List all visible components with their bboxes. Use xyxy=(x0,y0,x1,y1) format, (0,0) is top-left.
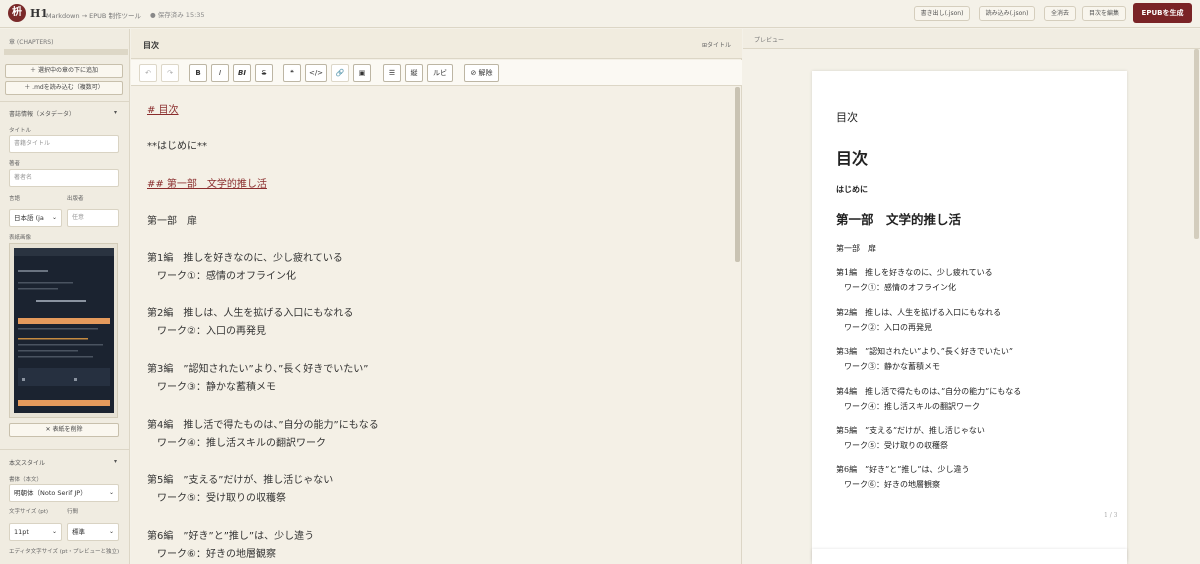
font-label: 書体（本文） xyxy=(9,477,43,483)
cover-label: 表紙画像 xyxy=(9,235,32,241)
edit-toc-button[interactable]: 目次を編集 xyxy=(1082,6,1126,21)
metadata-collapse-icon[interactable]: ▾ xyxy=(114,109,117,116)
preview-line: 第一部 扉 xyxy=(836,244,876,253)
editor-line: ワーク③：静かな蓄積メモ xyxy=(147,382,276,393)
editor-line: ワーク①：感情のオフライン化 xyxy=(147,271,296,282)
editor-line: 第5編 ”支える”だけが、推し活じゃない xyxy=(147,475,334,486)
font-size-select[interactable]: 11pt ⌄ xyxy=(9,523,62,541)
style-section-title[interactable]: 本文スタイル xyxy=(9,458,45,467)
title-label: タイトル xyxy=(9,128,32,134)
editor-line: 第6編 ”好き”と”推し”は、少し違う xyxy=(147,531,315,542)
line-height-select[interactable]: 標準 ⌄ xyxy=(67,523,119,541)
publisher-input[interactable]: 任意 xyxy=(67,209,119,227)
preview-line: 第5編 ”支える”だけが、推し活じゃない xyxy=(836,426,985,435)
cover-image-frame[interactable] xyxy=(9,243,118,418)
import-json-button[interactable]: 読み込み(.json) xyxy=(979,6,1035,21)
preview-line: ワーク③：静かな蓄積メモ xyxy=(836,362,940,371)
font-size-value: 11pt xyxy=(14,528,29,536)
language-value: 日本語 (ja xyxy=(14,214,44,222)
chevron-down-icon: ⌄ xyxy=(108,489,114,496)
title-input[interactable]: 書籍タイトル xyxy=(9,135,119,153)
metadata-section-title[interactable]: 書誌情報（メタデータ） xyxy=(9,109,75,118)
editor-line: 第1編 推しを好きなのに、少し疲れている xyxy=(147,253,343,264)
style-collapse-icon[interactable]: ▾ xyxy=(114,458,117,465)
font-select[interactable]: 明朝体（Noto Serif JP） ⌄ xyxy=(9,484,119,502)
remove-cover-button[interactable]: ✕ 表紙を削除 xyxy=(9,423,119,437)
editor-line: # 目次 xyxy=(147,105,179,116)
preview-header: プレビュー xyxy=(743,29,1200,49)
editor-panel: 目次 ⊞タイトル ↶ ↷ B I BI S ❝ </> 🔗 ▣ ☰ 縦 ルビ ⊘… xyxy=(131,29,742,564)
preview-h2: 第一部 文学的推し活 xyxy=(836,212,962,227)
preview-page: 目次 目次 はじめに 第一部 文学的推し活 第一部 扉 第1編 推しを好きなのに… xyxy=(812,71,1127,561)
chapters-title: 章 (CHAPTERS) xyxy=(9,39,54,46)
preview-panel: プレビュー 目次 目次 はじめに 第一部 文学的推し活 第一部 扉 第1編 推し… xyxy=(743,29,1200,564)
preview-page-next xyxy=(812,549,1127,564)
preview-scrollbar[interactable] xyxy=(1194,49,1199,239)
chevron-down-icon: ⌄ xyxy=(51,214,57,221)
divider xyxy=(0,449,129,450)
generate-epub-button[interactable]: EPUBを生成 xyxy=(1133,3,1192,23)
add-chapter-below-button[interactable]: ＋ 選択中の章の下に追加 xyxy=(5,64,123,78)
preview-page-header: 目次 xyxy=(836,111,858,124)
app-subtitle: Markdown → EPUB 制作ツール xyxy=(46,12,141,20)
cover-image xyxy=(14,248,114,413)
preview-label: プレビュー xyxy=(754,37,785,44)
language-label: 言語 xyxy=(9,196,21,202)
editor-line: ワーク⑥：好きの地層観察 xyxy=(147,549,276,560)
export-json-button[interactable]: 書き出し(.json) xyxy=(914,6,970,21)
editor-line: 第2編 推しは、人生を拡げる入口にもなれる xyxy=(147,308,354,319)
font-value: 明朝体（Noto Serif JP） xyxy=(14,489,87,497)
preview-line: 第2編 推しは、人生を拡げる入口にもなれる xyxy=(836,308,1002,317)
editor-line: ## 第一部 文学的推し活 xyxy=(147,179,267,190)
save-status: ● 保存済み 15:35 xyxy=(150,11,205,19)
preview-line: ワーク⑥：好きの地層観察 xyxy=(836,480,940,489)
editor-line: 第一部 扉 xyxy=(147,216,197,227)
publisher-label: 出版者 xyxy=(67,196,84,202)
preview-line: ワーク①：感情のオフライン化 xyxy=(836,283,956,292)
editor-line: ワーク②：入口の再発見 xyxy=(147,326,266,337)
cover-thumbnail-graphic xyxy=(14,248,114,413)
preview-line: 第6編 ”好き”と”推し”は、少し違う xyxy=(836,465,970,474)
app-logo: 枡 xyxy=(8,4,26,22)
editor-line: 第4編 推し活で得たものは、”自分の能力”にもなる xyxy=(147,420,379,431)
editor-scrollbar[interactable] xyxy=(735,87,740,262)
editor-line: 第3編 ”認知されたい”より、”長く好きでいたい” xyxy=(147,364,369,375)
load-md-button[interactable]: ＋ .mdを読み込む（複数可） xyxy=(5,81,123,95)
preview-line: ワーク④：推し活スキルの翻訳ワーク xyxy=(836,402,980,411)
editor-line: **はじめに** xyxy=(147,141,207,152)
chevron-down-icon: ⌄ xyxy=(108,528,114,535)
editor-line: ワーク⑤：受け取りの収穫祭 xyxy=(147,493,286,504)
chapters-scrollbar[interactable] xyxy=(4,49,128,55)
author-label: 著者 xyxy=(9,161,21,167)
divider xyxy=(0,101,129,102)
line-height-value: 標準 xyxy=(72,528,85,536)
page-number: 1 / 3 xyxy=(1104,512,1118,519)
top-bar: 枡 H1 Markdown → EPUB 制作ツール ● 保存済み 15:35 … xyxy=(0,0,1200,28)
chevron-down-icon: ⌄ xyxy=(51,528,57,535)
line-height-label: 行間 xyxy=(67,509,79,515)
preview-line: ワーク②：入口の再発見 xyxy=(836,323,932,332)
sidebar: 章 (CHAPTERS) ＋ 選択中の章の下に追加 ＋ .mdを読み込む（複数可… xyxy=(0,29,130,564)
preview-line: 第4編 推し活で得たものは、”自分の能力”にもなる xyxy=(836,387,1022,396)
preview-h1: 目次 xyxy=(836,149,869,168)
language-select[interactable]: 日本語 (ja ⌄ xyxy=(9,209,62,227)
preview-line: ワーク⑤：受け取りの収穫祭 xyxy=(836,441,948,450)
markdown-editor[interactable]: # 目次 **はじめに** ## 第一部 文学的推し活 第一部 扉 第1編 推し… xyxy=(147,29,727,564)
author-input[interactable]: 著者名 xyxy=(9,169,119,187)
preview-line: 第3編 ”認知されたい”より、”長く好きでいたい” xyxy=(836,347,1013,356)
preview-line: 第1編 推しを好きなのに、少し疲れている xyxy=(836,268,993,277)
font-size-label: 文字サイズ (pt) xyxy=(9,509,49,515)
editor-font-size-label: エディタ文字サイズ (pt・プレビューと独立) xyxy=(9,549,120,555)
clear-all-button[interactable]: 全消去 xyxy=(1044,6,1076,21)
editor-line: ワーク④：推し活スキルの翻訳ワーク xyxy=(147,438,326,449)
preview-intro: はじめに xyxy=(836,184,868,194)
